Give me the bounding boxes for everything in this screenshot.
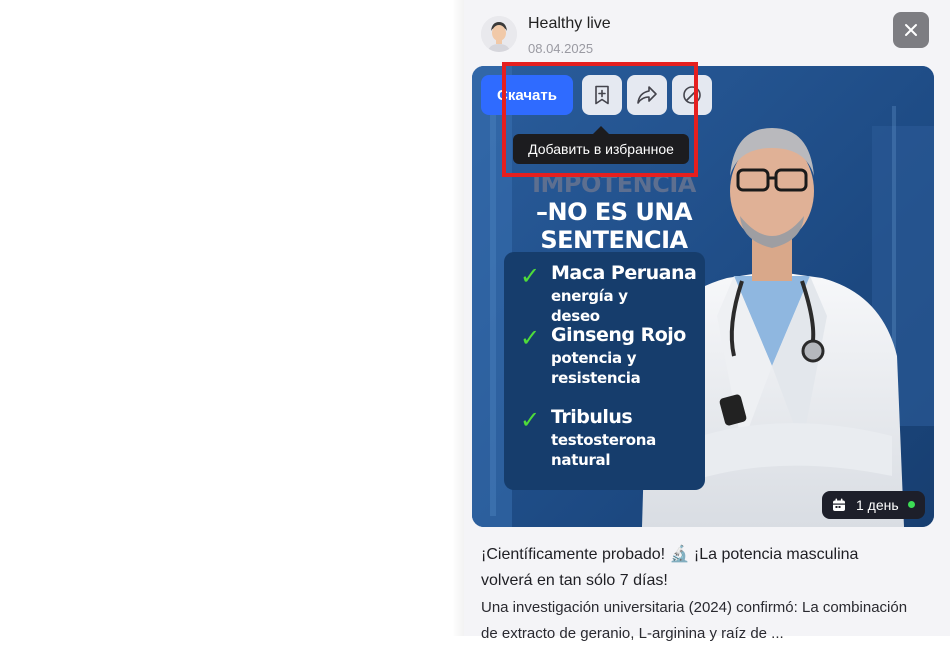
check-icon: ✓	[520, 324, 541, 352]
check-icon: ✓	[520, 406, 541, 434]
creative-headline: IMPOTENCIA –NO ES UNA SENTENCIA	[530, 170, 698, 254]
post-date: 08.04.2025	[528, 41, 594, 56]
panel-shadow	[452, 0, 464, 636]
caption-title: ¡Científicamente probado! 🔬 ¡La potencia…	[481, 546, 859, 589]
duration-text: 1 день	[856, 497, 899, 513]
ingredient-desc: testosterona natural	[551, 431, 656, 469]
calendar-icon	[833, 498, 845, 511]
ingredient-name: Maca Peruana	[551, 262, 697, 284]
ingredient-name: Ginseng Rojo	[551, 324, 686, 346]
highlight-annotation	[502, 62, 698, 177]
duration-badge: 1 день	[822, 491, 925, 519]
close-icon	[905, 24, 917, 36]
avatar[interactable]	[481, 16, 517, 52]
headline-line-3: SENTENCIA	[540, 226, 688, 254]
author-name[interactable]: Healthy live	[528, 15, 611, 33]
close-button[interactable]	[893, 12, 929, 48]
check-icon: ✓	[520, 262, 541, 290]
ingredient-name: Tribulus	[551, 406, 633, 428]
active-status-dot	[908, 501, 915, 508]
headline-line-2: –NO ES UNA	[535, 198, 693, 226]
caption-body: Una investigación universitaria (2024) c…	[481, 599, 908, 642]
ingredient-desc: potencia y resistencia	[551, 349, 641, 387]
page-backdrop[interactable]	[0, 0, 464, 636]
ingredient-desc: energía y deseo	[551, 287, 628, 325]
